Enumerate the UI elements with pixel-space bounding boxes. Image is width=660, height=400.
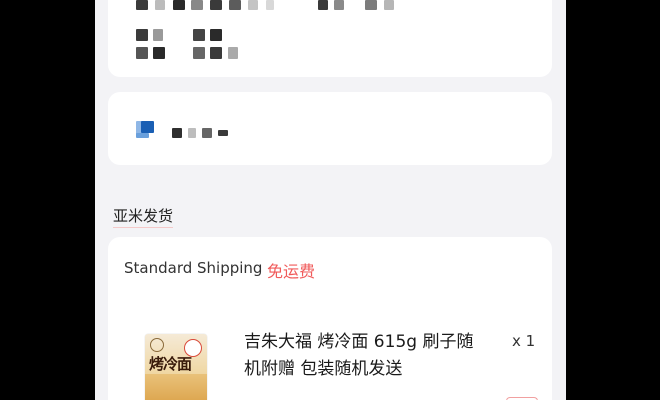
address-redacted-block	[153, 47, 165, 59]
brand-logo-icon	[150, 338, 164, 352]
payment-redacted-block	[218, 130, 228, 136]
address-redacted-block	[210, 29, 222, 41]
address-redacted-block	[193, 47, 205, 59]
address-redacted-block	[210, 0, 222, 10]
product-name[interactable]: 吉朱大福 烤冷面 615g 刷子随机附赠 包装随机发送	[244, 329, 484, 383]
product-quantity: x 1	[512, 332, 536, 350]
payment-logo-icon	[136, 133, 149, 138]
product-thumbnail[interactable]: 烤冷面	[145, 334, 207, 400]
thumbnail-band	[145, 374, 207, 400]
address-redacted-block	[136, 47, 148, 59]
address-redacted-block	[384, 0, 394, 10]
payment-redacted-block	[202, 128, 212, 138]
shipping-fee: 免运费	[267, 262, 316, 281]
payment-redacted-block	[172, 128, 182, 138]
address-redacted-block	[136, 29, 148, 41]
address-redacted-block	[229, 0, 241, 10]
payment-redacted-block	[188, 128, 196, 138]
address-redacted-block	[191, 0, 203, 10]
address-redacted-block	[173, 0, 185, 10]
address-redacted-block	[155, 0, 165, 10]
address-redacted-block	[153, 29, 163, 41]
address-redacted-block	[334, 0, 344, 10]
payment-card[interactable]	[108, 92, 552, 165]
address-card[interactable]	[108, 0, 552, 77]
checkout-screen: 亚米发货 Standard Shipping 免运费 烤冷面 吉朱大福 烤冷面 …	[95, 0, 566, 400]
order-card: Standard Shipping 免运费 烤冷面 吉朱大福 烤冷面 615g …	[108, 237, 552, 400]
address-redacted-block	[210, 47, 222, 59]
address-redacted-block	[228, 47, 238, 59]
address-redacted-block	[248, 0, 258, 10]
seller-label: 亚米发货	[113, 205, 174, 228]
address-redacted-block	[136, 0, 148, 10]
thumbnail-text: 烤冷面	[149, 355, 192, 373]
shipping-method[interactable]: Standard Shipping	[124, 259, 262, 277]
payment-logo-icon	[141, 121, 154, 133]
address-redacted-block	[193, 29, 205, 41]
address-redacted-block	[266, 0, 274, 10]
address-redacted-block	[318, 0, 328, 10]
address-redacted-block	[365, 0, 377, 10]
